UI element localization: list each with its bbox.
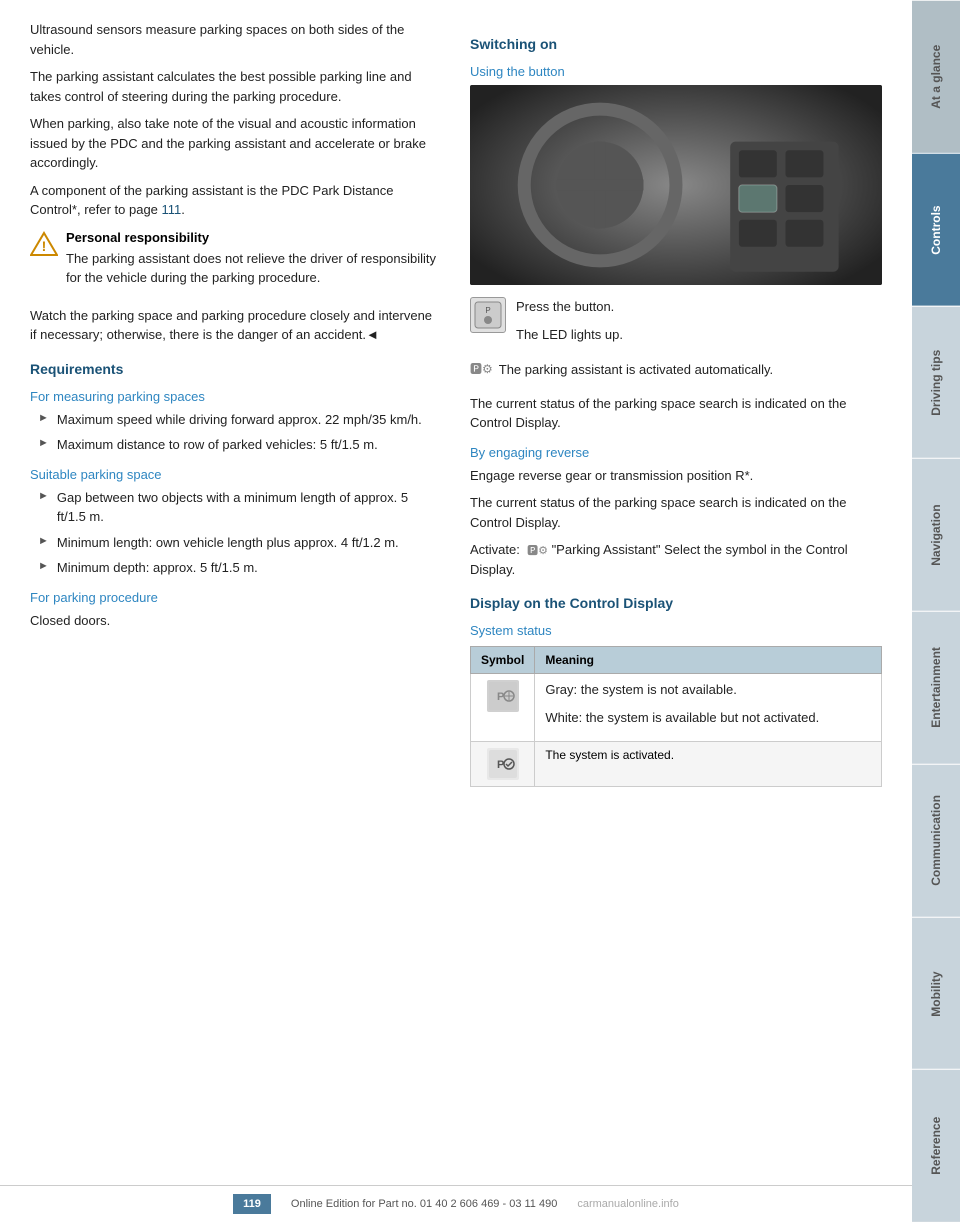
sidebar-tab-at-a-glance[interactable]: At a glance <box>912 0 960 153</box>
symbol-cell-1: P <box>471 674 535 742</box>
left-column: Ultrasound sensors measure parking space… <box>30 20 450 1162</box>
sidebar-tab-navigation[interactable]: Navigation <box>912 458 960 611</box>
bullet-item-5: ► Minimum depth: approx. 5 ft/1.5 m. <box>30 558 440 578</box>
intro-p2: The parking assistant calculates the bes… <box>30 67 440 106</box>
bullet-item-2: ► Maximum distance to row of parked vehi… <box>30 435 440 455</box>
table-row-1: P Gray: the system is not available. Whi… <box>471 674 882 742</box>
button-instructions: Press the button. The LED lights up. <box>516 297 623 352</box>
bullet-text-3: Gap between two objects with a minimum l… <box>57 488 440 527</box>
switching-on-heading: Switching on <box>470 36 882 52</box>
status-table: Symbol Meaning P <box>470 646 882 787</box>
by-engaging-heading: By engaging reverse <box>470 445 882 460</box>
intro-p4: A component of the parking assistant is … <box>30 181 440 220</box>
current-status-1: The current status of the parking space … <box>470 394 882 433</box>
svg-text:P: P <box>485 306 490 315</box>
right-column: Switching on Using the button <box>470 20 882 1162</box>
warning-title: Personal responsibility <box>66 230 440 245</box>
park-symbol-2: P <box>487 748 519 780</box>
display-heading: Display on the Control Display <box>470 595 882 611</box>
bullet-item-1: ► Maximum speed while driving forward ap… <box>30 410 440 430</box>
page-number: 119 <box>233 1194 271 1214</box>
bullet-arrow-3: ► <box>38 490 49 502</box>
button-press-row: P Press the button. The LED lights up. <box>470 297 882 352</box>
bullet-arrow-1: ► <box>38 412 49 424</box>
warning-note: Watch the parking space and parking proc… <box>30 306 440 345</box>
watermark: carmanualonline.info <box>577 1198 679 1210</box>
meaning-white: White: the system is available but not a… <box>545 708 871 728</box>
main-content: Ultrasound sensors measure parking space… <box>0 0 912 1222</box>
warning-content: Personal responsibility The parking assi… <box>66 230 440 296</box>
activate-note: Activate: 🅿⚙ "Parking Assistant" Select … <box>470 540 882 579</box>
bullet-arrow-5: ► <box>38 560 49 572</box>
bullet-arrow-2: ► <box>38 437 49 449</box>
sidebar-tabs: At a glance Controls Driving tips Naviga… <box>912 0 960 1222</box>
requirements-heading: Requirements <box>30 361 440 377</box>
warning-body: The parking assistant does not relieve t… <box>66 249 440 288</box>
engage-reverse-text: Engage reverse gear or transmission posi… <box>470 466 882 486</box>
footer-text: Online Edition for Part no. 01 40 2 606 … <box>291 1198 557 1210</box>
table-header-meaning: Meaning <box>535 647 882 674</box>
sidebar-tab-mobility[interactable]: Mobility <box>912 917 960 1070</box>
sidebar-tab-communication[interactable]: Communication <box>912 764 960 917</box>
press-button-text: Press the button. <box>516 297 623 317</box>
auto-note-1: 🅿⚙ The parking assistant is activated au… <box>470 360 882 388</box>
svg-text:P: P <box>497 691 504 703</box>
meaning-gray: Gray: the system is not available. <box>545 680 871 700</box>
bullet-arrow-4: ► <box>38 535 49 547</box>
symbol-cell-2: P <box>471 742 535 787</box>
auto-icon-1: 🅿⚙ <box>470 360 493 377</box>
button-icon: P <box>470 297 506 333</box>
bullet-text-4: Minimum length: own vehicle length plus … <box>57 533 399 553</box>
park-symbol-1: P <box>487 680 519 712</box>
table-header-symbol: Symbol <box>471 647 535 674</box>
for-parking-heading: For parking procedure <box>30 590 440 605</box>
suitable-parking-heading: Suitable parking space <box>30 467 440 482</box>
sidebar-tab-controls[interactable]: Controls <box>912 153 960 306</box>
table-row-2: P The system is activated. <box>471 742 882 787</box>
car-image <box>470 85 882 285</box>
current-status-2: The current status of the parking space … <box>470 493 882 532</box>
page-link[interactable]: 111 <box>162 202 182 217</box>
warning-icon: ! <box>30 230 58 258</box>
auto-activate-text: The parking assistant is activated autom… <box>499 360 773 380</box>
bullet-item-3: ► Gap between two objects with a minimum… <box>30 488 440 527</box>
bullet-text-1: Maximum speed while driving forward appr… <box>57 410 422 430</box>
led-lights-text: The LED lights up. <box>516 325 623 345</box>
svg-text:P: P <box>497 759 504 771</box>
car-image-inner <box>470 85 882 285</box>
page-wrapper: Ultrasound sensors measure parking space… <box>0 0 960 1222</box>
page-footer: 119 Online Edition for Part no. 01 40 2 … <box>0 1185 912 1222</box>
intro-p1: Ultrasound sensors measure parking space… <box>30 20 440 59</box>
using-button-heading: Using the button <box>470 64 882 79</box>
bullet-text-2: Maximum distance to row of parked vehicl… <box>57 435 378 455</box>
sidebar-tab-driving-tips[interactable]: Driving tips <box>912 306 960 459</box>
bullet-text-5: Minimum depth: approx. 5 ft/1.5 m. <box>57 558 258 578</box>
closed-doors: Closed doors. <box>30 611 440 631</box>
meaning-cell-1: Gray: the system is not available. White… <box>535 674 882 742</box>
sidebar-tab-reference[interactable]: Reference <box>912 1069 960 1222</box>
svg-text:!: ! <box>42 238 47 254</box>
system-status-heading: System status <box>470 623 882 638</box>
warning-box: ! Personal responsibility The parking as… <box>30 230 440 296</box>
intro-p3: When parking, also take note of the visu… <box>30 114 440 173</box>
for-measuring-heading: For measuring parking spaces <box>30 389 440 404</box>
bullet-item-4: ► Minimum length: own vehicle length plu… <box>30 533 440 553</box>
sidebar-tab-entertainment[interactable]: Entertainment <box>912 611 960 764</box>
meaning-cell-2: The system is activated. <box>535 742 882 787</box>
